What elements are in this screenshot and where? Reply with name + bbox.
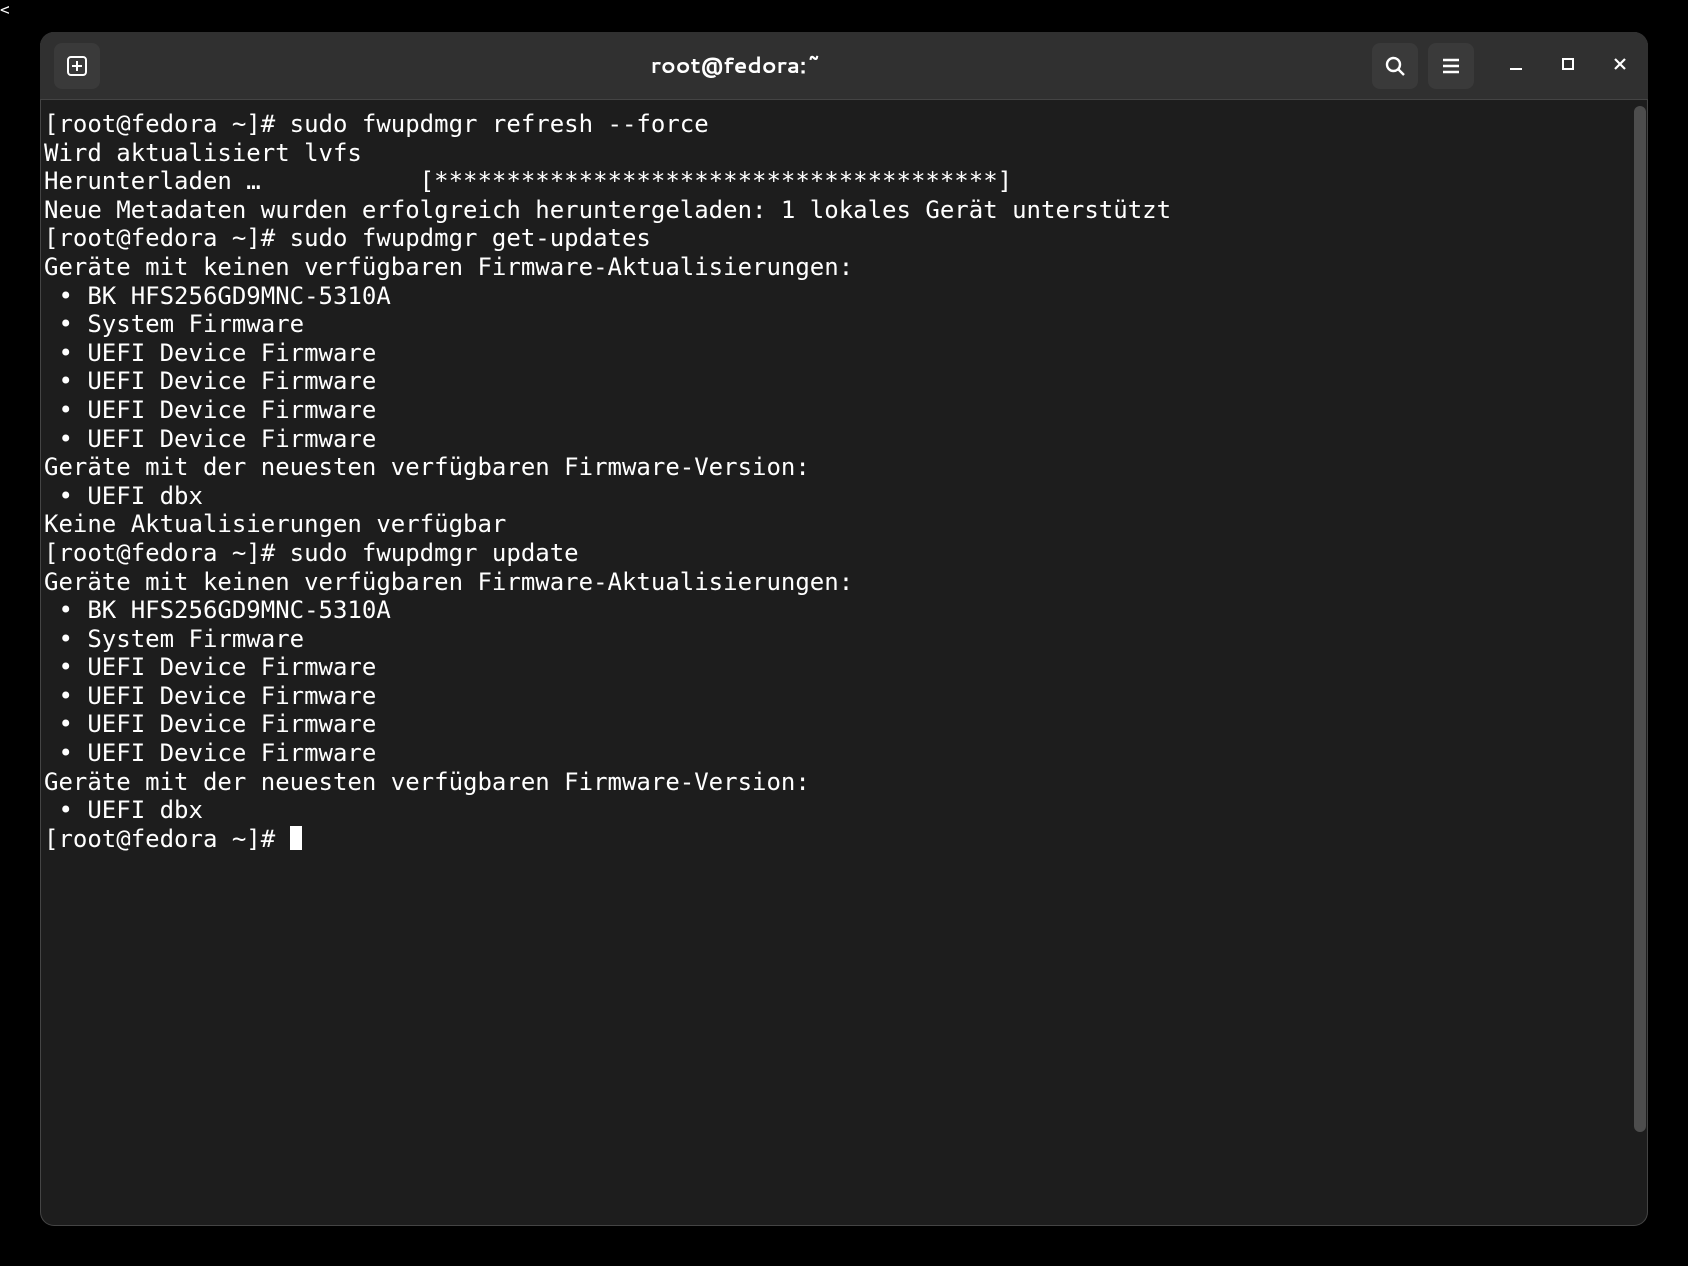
minimize-button[interactable] bbox=[1502, 52, 1530, 80]
plus-icon bbox=[66, 55, 88, 77]
minimize-icon bbox=[1508, 56, 1524, 76]
titlebar: root@fedora:~ bbox=[40, 32, 1648, 100]
scrollbar-thumb[interactable] bbox=[1634, 106, 1646, 1132]
terminal-viewport[interactable]: [root@fedora ~]# sudo fwupdmgr refresh -… bbox=[40, 100, 1648, 1226]
maximize-button[interactable] bbox=[1554, 52, 1582, 80]
cursor bbox=[290, 826, 302, 850]
close-icon bbox=[1612, 56, 1628, 76]
terminal-output: [root@fedora ~]# sudo fwupdmgr refresh -… bbox=[44, 110, 1644, 853]
maximize-icon bbox=[1561, 56, 1575, 75]
terminal-window: root@fedora:~ bbox=[40, 32, 1648, 1226]
window-title: root@fedora:~ bbox=[110, 50, 1362, 81]
close-button[interactable] bbox=[1606, 52, 1634, 80]
hamburger-icon bbox=[1440, 55, 1462, 77]
search-button[interactable] bbox=[1372, 43, 1418, 89]
new-tab-button[interactable] bbox=[54, 43, 100, 89]
search-icon bbox=[1384, 55, 1406, 77]
menu-button[interactable] bbox=[1428, 43, 1474, 89]
